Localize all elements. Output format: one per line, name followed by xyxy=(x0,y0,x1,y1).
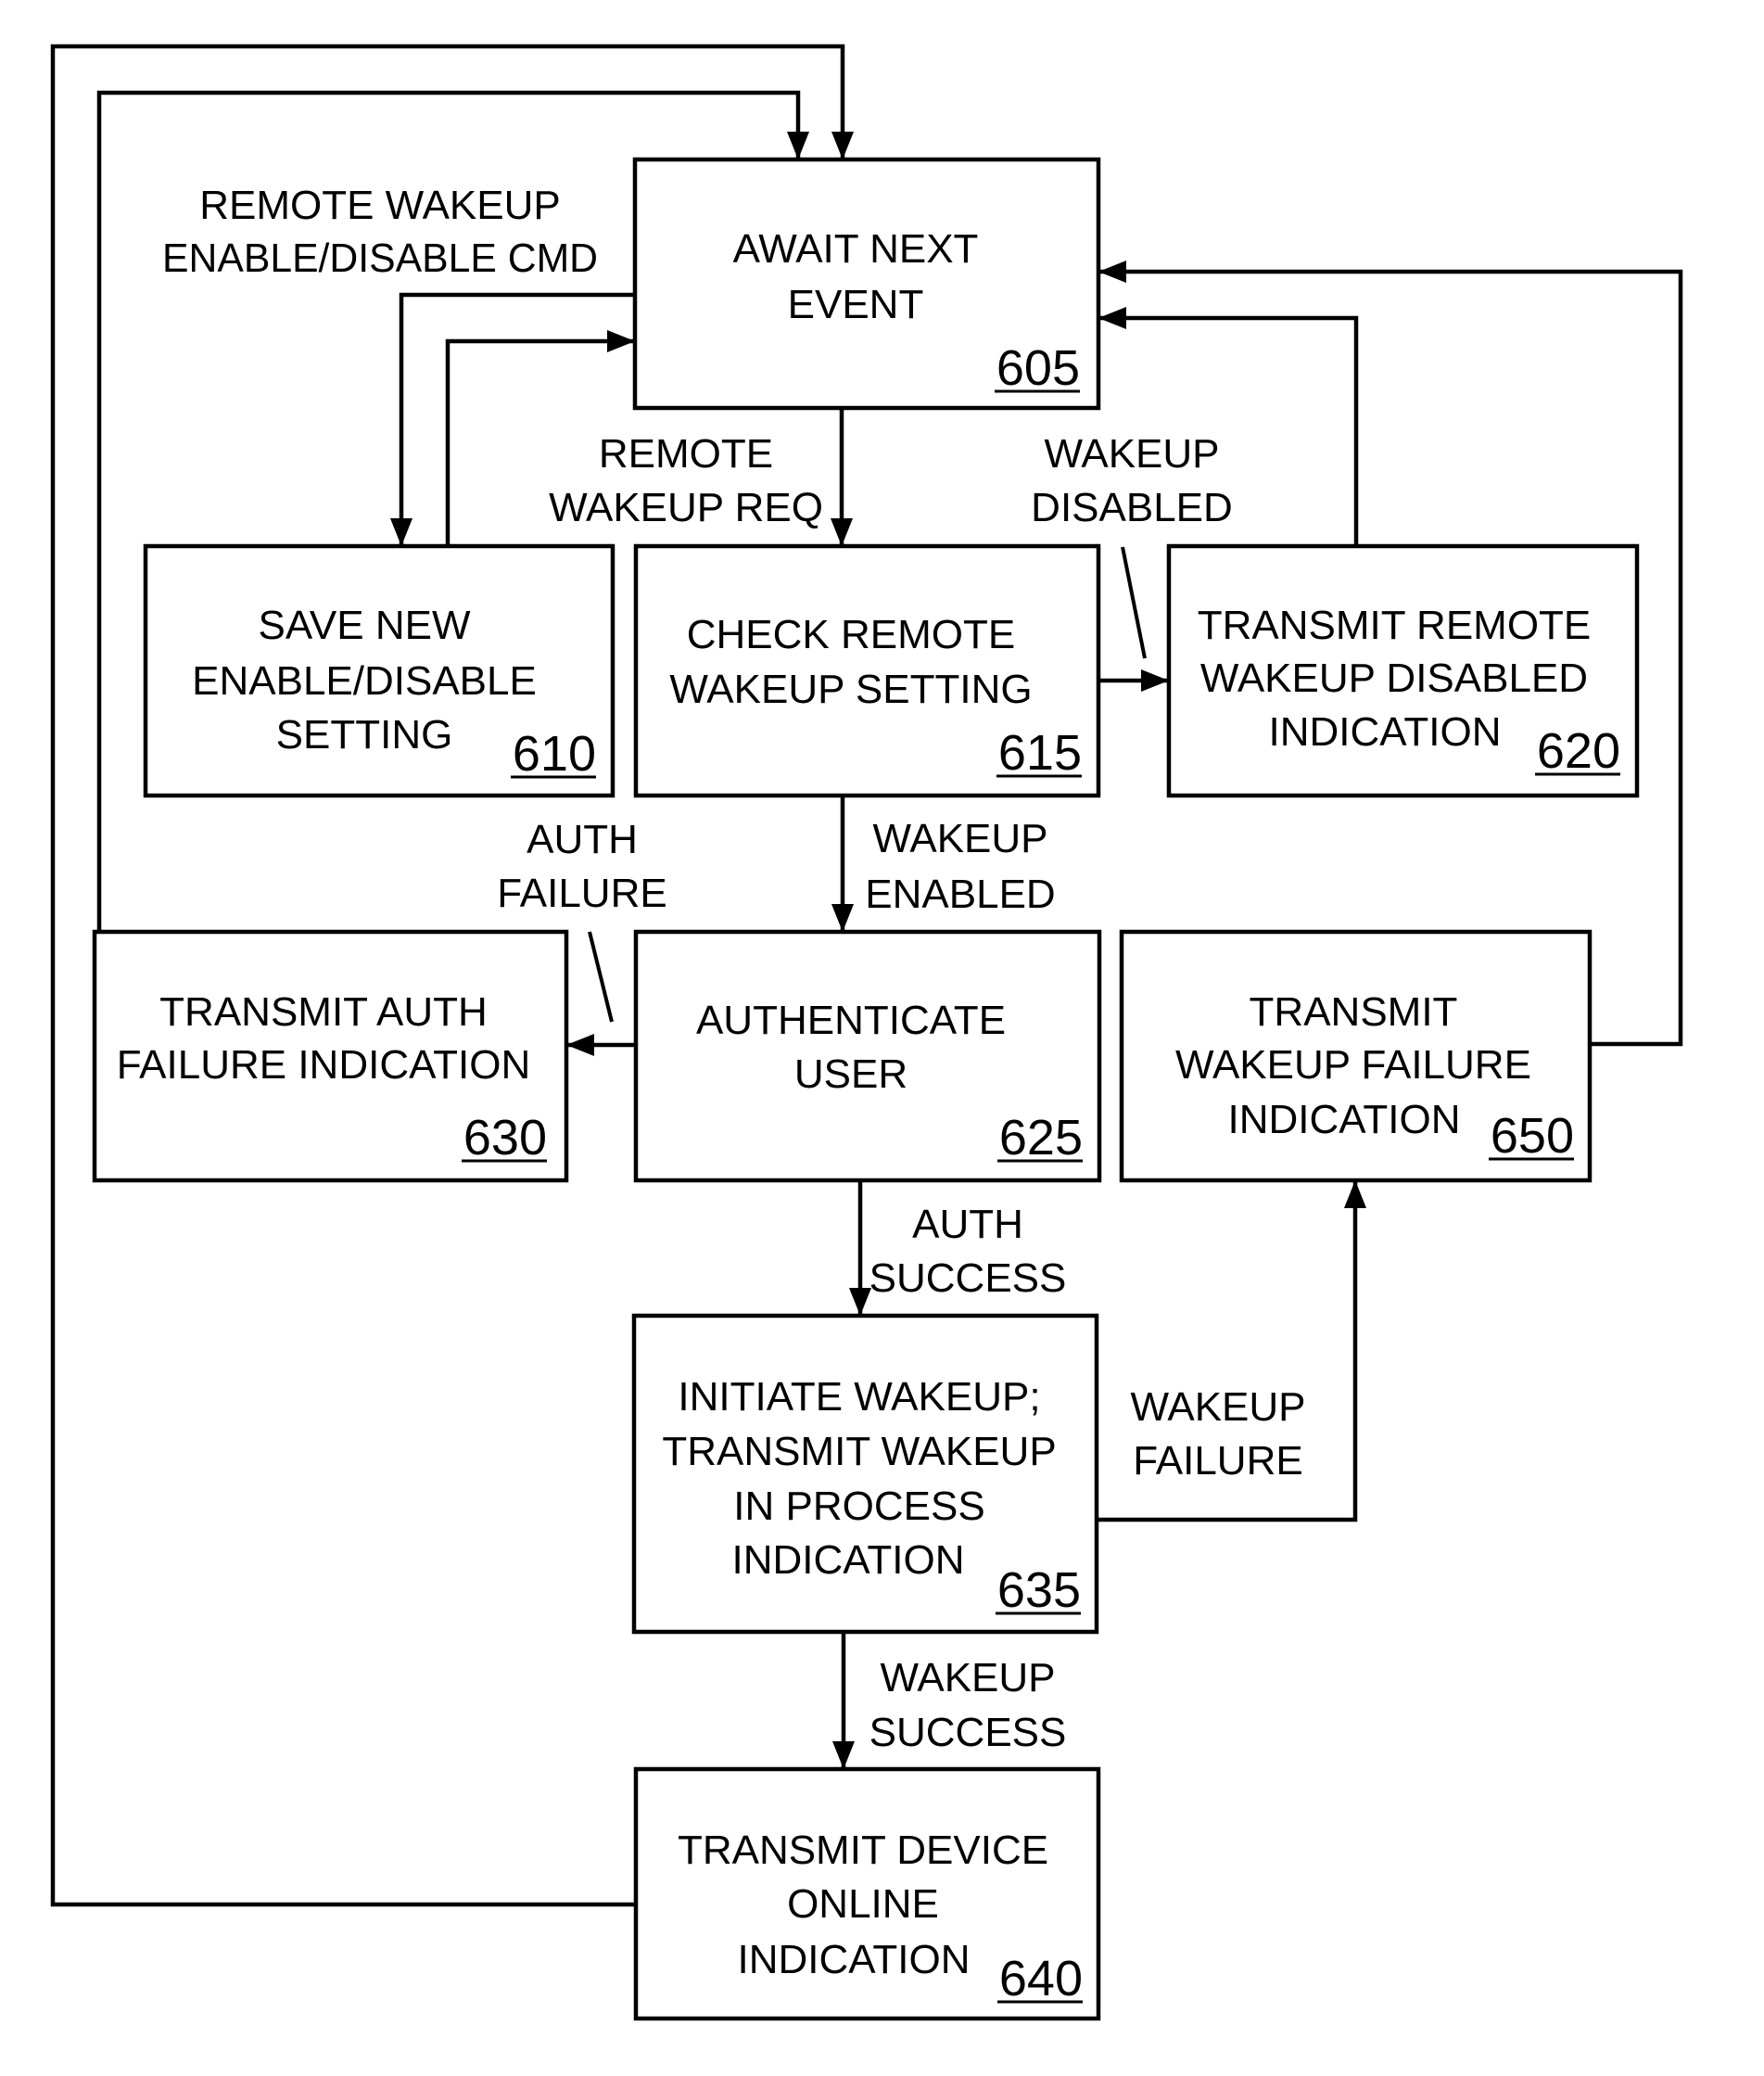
edge-label-line: WAKEUP xyxy=(1130,1384,1305,1430)
node-reference-number: 615 xyxy=(998,725,1082,781)
edge-label-line: FAILURE xyxy=(497,871,666,916)
node-reference-number: 625 xyxy=(999,1110,1083,1165)
edge-label-line: REMOTE WAKEUP xyxy=(199,183,561,228)
wakeup-disabled-pointer xyxy=(1121,546,1147,659)
arrowhead-icon xyxy=(607,330,635,352)
edge-label-line: WAKEUP xyxy=(872,816,1047,861)
arrowhead-icon xyxy=(1098,307,1126,329)
node-text-line: ONLINE xyxy=(787,1881,939,1927)
edge-label-remote-wakeup-req: REMOTE WAKEUP REQ xyxy=(549,431,823,530)
edge-label-wakeup-success: WAKEUP SUCCESS xyxy=(869,1655,1067,1755)
node-reference-number: 620 xyxy=(1537,723,1620,779)
node-text-line: AUTHENTICATE xyxy=(696,998,1006,1043)
arrowhead-icon xyxy=(390,518,412,546)
edge-625-to-635 xyxy=(849,1180,871,1316)
node-625: AUTHENTICATE USER 625 xyxy=(633,929,1102,1183)
arrowhead-icon xyxy=(1098,261,1126,283)
node-text-line: AWAIT NEXT xyxy=(733,226,979,272)
node-reference-number: 610 xyxy=(513,726,596,782)
edge-label-line: WAKEUP xyxy=(1044,431,1219,477)
node-text-line: CHECK REMOTE xyxy=(687,612,1015,657)
arrowhead-icon xyxy=(566,1034,594,1056)
edge-615-to-625 xyxy=(831,796,854,932)
node-text-line: SAVE NEW xyxy=(258,603,470,648)
node-text-line: TRANSMIT xyxy=(1250,989,1458,1035)
arrowhead-icon xyxy=(1344,1180,1366,1208)
node-615: CHECK REMOTE WAKEUP SETTING 615 xyxy=(633,543,1101,798)
node-text-line: WAKEUP DISABLED xyxy=(1200,656,1588,701)
arrowhead-icon xyxy=(831,518,853,546)
edge-635-to-640 xyxy=(832,1632,855,1769)
edge-label-line: DISABLED xyxy=(1031,485,1233,530)
node-reference-number: 630 xyxy=(463,1110,547,1165)
node-text-line: USER xyxy=(794,1051,907,1097)
edge-label-line: SUCCESS xyxy=(869,1710,1067,1755)
node-text-line: INDICATION xyxy=(1228,1097,1461,1142)
node-text-line: INDICATION xyxy=(1269,709,1502,755)
arrowhead-icon xyxy=(831,904,854,932)
node-text-line: INITIATE WAKEUP; xyxy=(678,1374,1040,1420)
node-text-line: INDICATION xyxy=(732,1537,965,1583)
node-reference-number: 650 xyxy=(1491,1108,1574,1164)
node-text-line: WAKEUP FAILURE xyxy=(1175,1042,1531,1088)
edge-label-line: REMOTE xyxy=(599,431,773,477)
node-text-line: IN PROCESS xyxy=(733,1484,984,1529)
edge-label-line: ENABLED xyxy=(865,872,1055,917)
nodes-layer: AWAIT NEXT EVENT 605 SAVE NEW ENABLE/DISABLE… xyxy=(92,157,1640,2021)
arrowhead-icon xyxy=(1141,669,1169,692)
edge-label-line: AUTH xyxy=(912,1202,1023,1247)
edge-label-line: WAKEUP REQ xyxy=(549,485,823,530)
auth-failure-pointer xyxy=(588,931,614,1023)
edge-label-auth-success: AUTH SUCCESS xyxy=(869,1202,1067,1301)
edge-label-wakeup-disabled: WAKEUP DISABLED xyxy=(1031,431,1233,530)
node-text-line: INDICATION xyxy=(738,1937,971,1982)
node-reference-number: 635 xyxy=(997,1562,1081,1618)
node-text-line: TRANSMIT REMOTE xyxy=(1198,603,1592,648)
node-text-line: SETTING xyxy=(276,712,453,758)
node-reference-number: 640 xyxy=(999,1951,1083,2006)
node-640: TRANSMIT DEVICE ONLINE INDICATION 640 xyxy=(633,1766,1101,2021)
node-text-line: EVENT xyxy=(788,282,924,327)
node-text-line: FAILURE INDICATION xyxy=(117,1042,531,1088)
node-610: SAVE NEW ENABLE/DISABLE SETTING 610 xyxy=(143,543,615,798)
arrowhead-icon xyxy=(787,132,809,159)
edge-615-to-620 xyxy=(1098,669,1169,692)
edge-label-wakeup-enabled: WAKEUP ENABLED xyxy=(865,816,1055,917)
node-text-line: TRANSMIT DEVICE xyxy=(678,1828,1048,1873)
edge-label-line: WAKEUP xyxy=(880,1655,1055,1700)
edge-label-enable-disable-cmd: REMOTE WAKEUP ENABLE/DISABLE CMD xyxy=(162,183,598,281)
flowchart-diagram: AWAIT NEXT EVENT 605 SAVE NEW ENABLE/DISABLE… xyxy=(0,0,1764,2076)
arrowhead-icon xyxy=(831,132,854,159)
edge-label-line: AUTH xyxy=(527,817,638,862)
node-text-line: WAKEUP SETTING xyxy=(669,667,1032,712)
node-650: TRANSMIT WAKEUP FAILURE INDICATION 650 xyxy=(1119,929,1593,1183)
node-text-line: ENABLE/DISABLE xyxy=(192,658,537,704)
node-620: TRANSMIT REMOTE WAKEUP DISABLED INDICATION… xyxy=(1166,543,1640,798)
edge-label-line: SUCCESS xyxy=(869,1255,1067,1301)
arrowhead-icon xyxy=(849,1288,871,1316)
edge-625-to-630 xyxy=(566,1034,636,1056)
edge-label-line: FAILURE xyxy=(1133,1438,1302,1484)
node-635: INITIATE WAKEUP; TRANSMIT WAKEUP IN PROCES… xyxy=(631,1313,1099,1635)
edge-605-to-615 xyxy=(831,408,853,546)
node-630: TRANSMIT AUTH FAILURE INDICATION 630 xyxy=(92,929,569,1183)
edge-label-auth-failure: AUTH FAILURE xyxy=(497,817,666,916)
node-reference-number: 605 xyxy=(996,340,1080,396)
node-text-line: TRANSMIT AUTH xyxy=(159,989,488,1035)
arrowhead-icon xyxy=(832,1741,855,1769)
edge-label-line: ENABLE/DISABLE CMD xyxy=(162,236,598,281)
node-text-line: TRANSMIT WAKEUP xyxy=(662,1429,1056,1474)
node-605: AWAIT NEXT EVENT 605 xyxy=(632,157,1101,411)
edge-label-wakeup-failure: WAKEUP FAILURE xyxy=(1130,1384,1305,1484)
